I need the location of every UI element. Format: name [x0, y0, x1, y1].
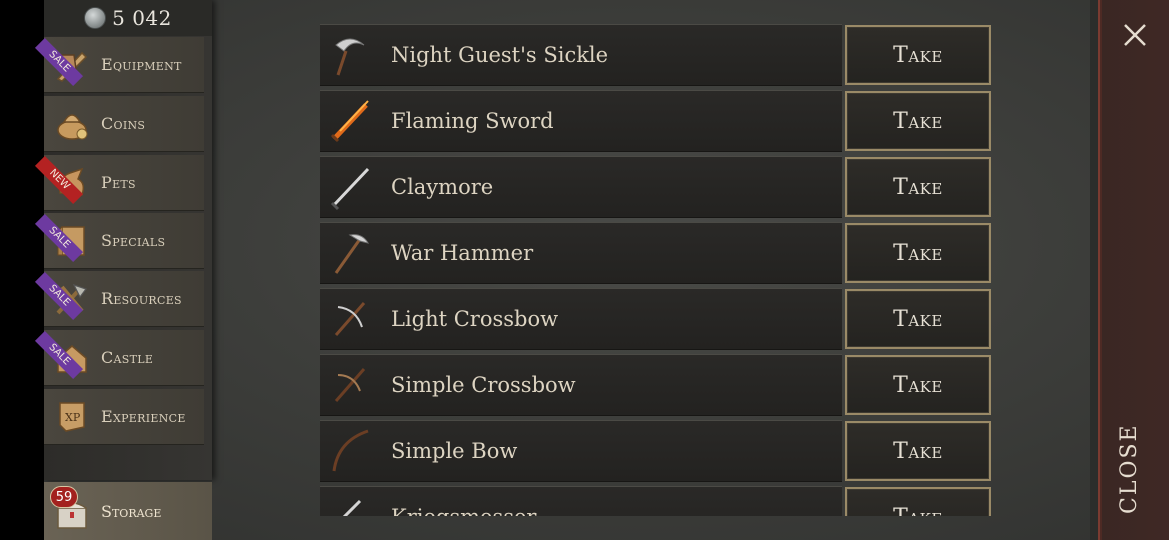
list-item: Claymore Take [320, 156, 992, 218]
list-item: Flaming Sword Take [320, 90, 992, 152]
item-name: Light Crossbow [391, 307, 559, 331]
coins-icon [52, 104, 92, 144]
take-button[interactable]: Take [845, 223, 991, 283]
sidebar-item-castle[interactable]: SALE Castle [34, 330, 204, 386]
storage-item-list[interactable]: Night Guest's Sickle Take Flaming Sword … [320, 22, 992, 516]
claymore-icon [326, 163, 374, 211]
sidebar-item-label: Coins [101, 114, 146, 133]
svg-text:XP: XP [65, 411, 81, 424]
crossbow-icon [326, 295, 374, 343]
take-button[interactable]: Take [845, 355, 991, 415]
list-item: Simple Bow Take [320, 420, 992, 482]
sidebar-item-label: Equipment [101, 55, 182, 74]
take-button[interactable]: Take [845, 91, 991, 151]
item-panel: Flaming Sword [320, 90, 842, 152]
content-edge [1090, 0, 1098, 540]
take-button[interactable]: Take [845, 487, 991, 516]
crossbow-icon [326, 361, 374, 409]
item-name: Claymore [391, 175, 494, 199]
item-name: Simple Crossbow [391, 373, 576, 397]
list-item: Night Guest's Sickle Take [320, 24, 992, 86]
sidebar-item-label: Experience [101, 407, 186, 426]
sidebar-item-resources[interactable]: SALE Resources [34, 271, 204, 327]
list-item: Light Crossbow Take [320, 288, 992, 350]
sidebar-item-equipment[interactable]: SALE Equipment [34, 37, 204, 93]
list-item: Simple Crossbow Take [320, 354, 992, 416]
sidebar-item-label: Specials [101, 231, 166, 250]
currency-display: 5 042 [44, 0, 212, 36]
item-panel: Simple Crossbow [320, 354, 842, 416]
bow-icon [326, 427, 374, 475]
sidebar-item-coins[interactable]: Coins [44, 96, 204, 152]
war-hammer-icon [326, 229, 374, 277]
item-name: Night Guest's Sickle [391, 43, 609, 67]
take-button[interactable]: Take [845, 157, 991, 217]
take-button[interactable]: Take [845, 421, 991, 481]
item-name: War Hammer [391, 241, 534, 265]
sidebar-item-specials[interactable]: SALE Specials [34, 213, 204, 269]
close-button-label[interactable]: CLOSE [1117, 423, 1142, 514]
sidebar-item-label: Pets [101, 173, 136, 192]
item-panel: War Hammer [320, 222, 842, 284]
sickle-icon [326, 31, 374, 79]
silver-coin-icon [84, 7, 107, 29]
sidebar-item-pets[interactable]: NEW Pets [34, 155, 204, 211]
sidebar-item-storage[interactable]: 59 Storage [44, 482, 212, 540]
take-button[interactable]: Take [845, 289, 991, 349]
flaming-sword-icon [326, 97, 374, 145]
item-name: Kriegsmesser [391, 505, 536, 516]
item-panel: Light Crossbow [320, 288, 842, 350]
item-panel: Night Guest's Sickle [320, 24, 842, 86]
item-panel: Claymore [320, 156, 842, 218]
item-name: Flaming Sword [391, 109, 554, 133]
sidebar-item-label: Castle [101, 348, 154, 367]
currency-value: 5 042 [112, 6, 172, 30]
experience-icon: XP [52, 397, 92, 437]
item-name: Simple Bow [391, 439, 518, 463]
take-button[interactable]: Take [845, 25, 991, 85]
item-panel: Simple Bow [320, 420, 842, 482]
list-item: War Hammer Take [320, 222, 992, 284]
sidebar-item-label: Resources [101, 289, 182, 308]
close-icon[interactable] [1122, 22, 1148, 48]
sidebar-item-experience[interactable]: XP Experience [44, 389, 204, 445]
screen-edge [0, 0, 44, 540]
item-panel: Kriegsmesser [320, 486, 842, 516]
list-item: Kriegsmesser Take [320, 486, 992, 516]
storage-count-badge: 59 [50, 486, 78, 508]
sword-icon [326, 493, 374, 516]
storage-label: Storage [101, 502, 162, 521]
